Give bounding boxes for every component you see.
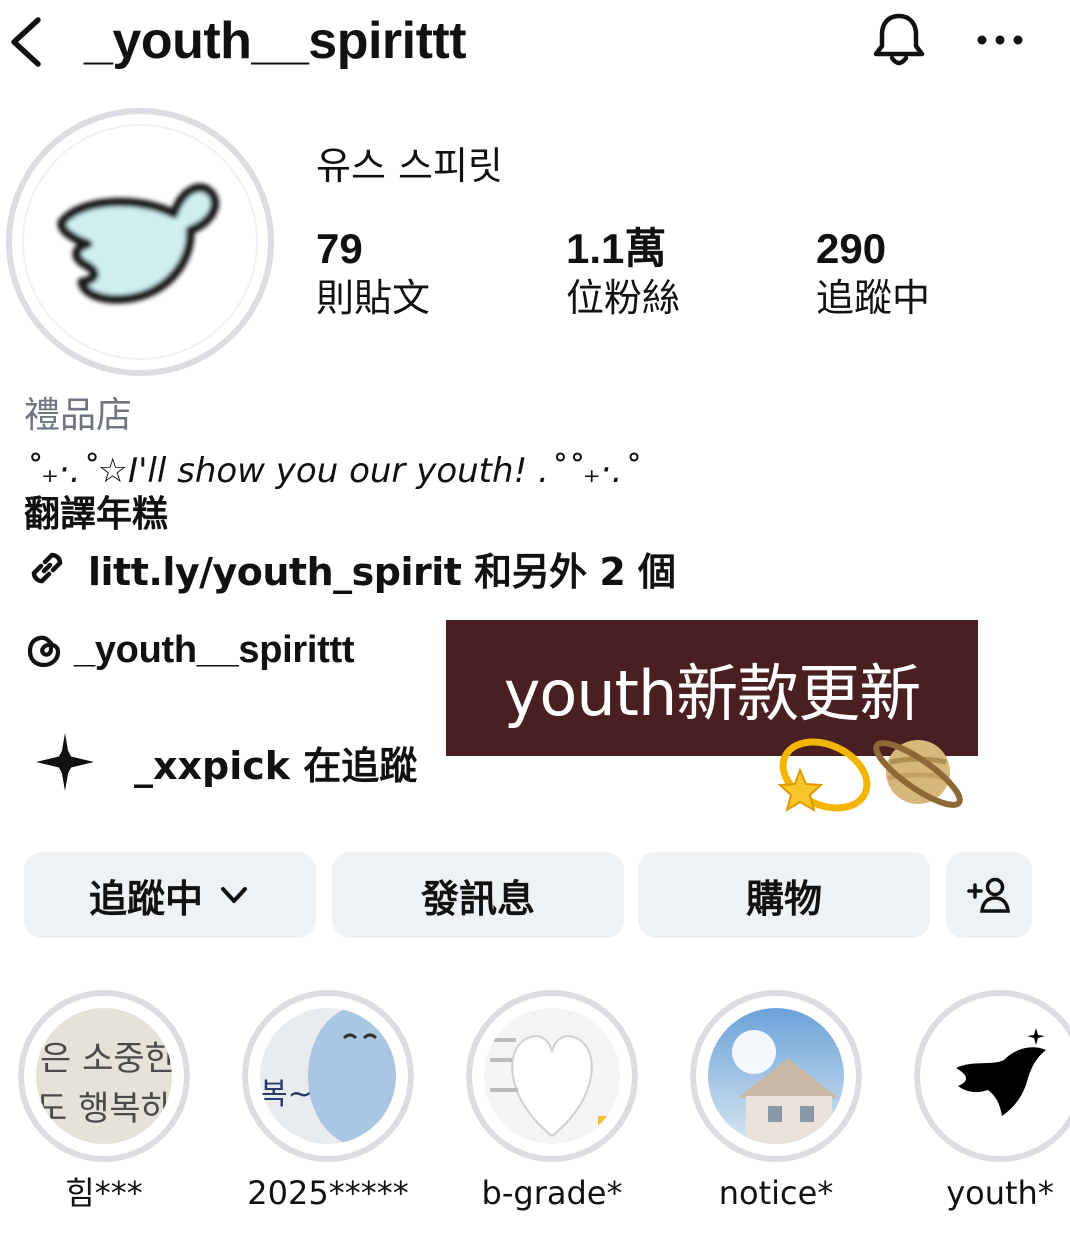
message-button[interactable]: 發訊息 xyxy=(332,852,624,938)
stat-followers-value: 1.1萬 xyxy=(566,225,667,272)
following-dropdown-button[interactable]: 追蹤中 xyxy=(24,852,316,938)
display-name: 유스 스피릿 xyxy=(316,144,503,188)
stat-following-value: 290 xyxy=(816,225,887,272)
highlight-3-label: b-grade* xyxy=(481,1174,623,1212)
highlight-3[interactable] xyxy=(466,990,638,1162)
followed-by[interactable]: _xxpick 在追蹤 xyxy=(34,732,417,792)
stat-followers[interactable]: 1.1萬 位粉絲 xyxy=(566,224,680,322)
link-icon xyxy=(31,552,63,584)
following-button-label: 追蹤中 xyxy=(88,876,203,921)
highlight-3-cover xyxy=(484,1008,620,1144)
back-chevron-icon[interactable] xyxy=(4,14,50,70)
bio-link-text: litt.ly/youth_spirit 和另外 2 個 xyxy=(88,549,676,594)
bio-link[interactable]: litt.ly/youth_spirit 和另外 2 個 xyxy=(24,542,676,594)
highlight-5-cover xyxy=(932,1008,1068,1144)
ringed-planet-emoji-icon xyxy=(873,740,963,808)
bio-text: ˚₊‧.˚☆I'll show you our youth! .˚˚₊‧.˚ xyxy=(24,451,640,491)
followed-by-text: _xxpick 在追蹤 xyxy=(134,743,418,788)
svg-text:도 행복하: 도 행복하 xyxy=(36,1089,172,1129)
message-button-label: 發訊息 xyxy=(420,876,535,921)
highlight-2-cover: 복~ xyxy=(260,1008,396,1144)
stat-following-label: 追蹤中 xyxy=(816,276,931,320)
suggest-users-button[interactable] xyxy=(946,852,1032,938)
highlight-5-label: youth* xyxy=(946,1174,1054,1212)
stat-following[interactable]: 290 追蹤中 xyxy=(816,224,930,322)
wing-logo-icon xyxy=(57,183,220,304)
sparkle-avatar-icon xyxy=(36,733,94,791)
more-options-icon[interactable] xyxy=(972,20,1028,60)
stat-followers-label: 位粉絲 xyxy=(566,276,681,320)
profile-category: 禮品店 xyxy=(24,395,133,436)
bio-translate-link[interactable]: 翻譯年糕 xyxy=(24,492,168,538)
shop-button-label: 購物 xyxy=(745,876,822,921)
bell-icon[interactable] xyxy=(868,10,930,72)
svg-text:은 소중한: 은 소중한 xyxy=(40,1039,172,1079)
highlight-1-label: 힘*** xyxy=(65,1174,143,1212)
highlight-1[interactable]: 은 소중한 도 행복하 xyxy=(18,990,190,1162)
avatar-image xyxy=(22,124,258,360)
add-user-icon xyxy=(967,877,1010,913)
highlight-1-cover: 은 소중한 도 행복하 xyxy=(36,1008,172,1144)
dizzy-star-emoji-icon xyxy=(777,738,871,813)
highlight-4-cover xyxy=(708,1008,844,1144)
threads-handle: _youth__spirittt xyxy=(74,628,355,671)
highlight-4[interactable] xyxy=(690,990,862,1162)
threads-icon xyxy=(27,635,61,668)
highlight-2-label: 2025***** xyxy=(247,1174,409,1212)
stat-posts[interactable]: 79 則貼文 xyxy=(316,224,430,322)
chevron-down-icon xyxy=(221,887,247,903)
stat-posts-label: 則貼文 xyxy=(316,276,431,320)
svg-text:복~: 복~ xyxy=(260,1077,313,1112)
highlight-4-label: notice* xyxy=(718,1174,834,1212)
profile-username-title: _youth__spirittt xyxy=(84,12,467,70)
stat-posts-value: 79 xyxy=(316,225,363,272)
highlight-2[interactable]: 복~ xyxy=(242,990,414,1162)
threads-badge[interactable]: _youth__spirittt xyxy=(24,624,355,676)
shop-button[interactable]: 購物 xyxy=(638,852,930,938)
highlight-5[interactable] xyxy=(914,990,1070,1162)
